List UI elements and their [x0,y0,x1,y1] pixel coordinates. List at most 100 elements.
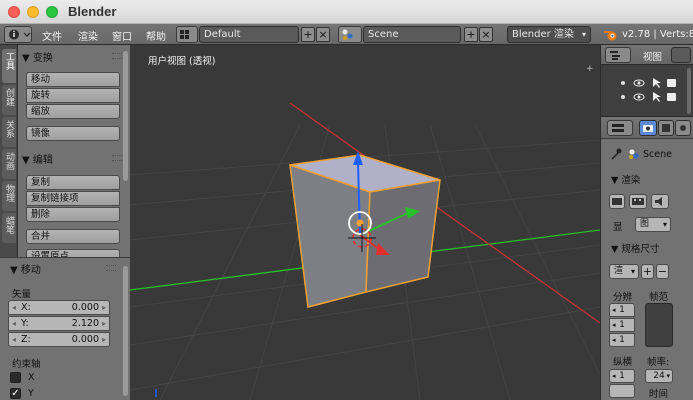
frame-rate-value: 24 [653,371,665,381]
tab-tools[interactable]: 工具 [2,49,16,83]
decrement-arrow-icon[interactable]: ◂ [612,319,616,331]
chevron-down-icon: ▾ [630,267,635,276]
display-label: 显 [613,222,623,233]
menu-file[interactable]: 文件 [42,28,62,43]
decrement-arrow-icon[interactable]: ◂ [12,333,16,346]
move-button[interactable]: 移动 [26,72,120,87]
render-panel-header[interactable]: ▼ 渲染 [611,172,640,186]
scene-selector[interactable] [338,26,362,43]
decrement-arrow-icon[interactable]: ◂ [12,301,16,314]
add-scene-button[interactable]: + [464,27,478,42]
speaker-icon [655,197,662,206]
minimize-window-button[interactable] [27,6,39,18]
default-cube[interactable] [289,154,441,308]
plus-icon: + [642,265,653,278]
delete-scene-button[interactable]: × [479,27,493,42]
render-image-button[interactable] [609,194,625,209]
delete-screen-button[interactable]: × [316,27,330,42]
outliner-view-menu[interactable]: 视图 [643,49,662,63]
scene-icon [342,29,353,40]
vector-x-field[interactable]: ◂ X: 0.000 ▸ [8,300,110,315]
properties-editor-type-button[interactable] [607,120,633,136]
zoom-window-button[interactable] [46,6,58,18]
menu-window[interactable]: 窗口 [112,28,132,43]
screen-layout-field[interactable]: Default [199,26,299,43]
delete-button[interactable]: 删除 [26,207,120,222]
display-selector[interactable]: 图 ▾ [635,217,671,232]
3d-viewport[interactable]: 用户视图 (透视) + [130,45,600,400]
render-engine-selector[interactable]: Blender 渲染 ▾ [507,26,591,43]
screen-layout-selector[interactable] [176,26,198,43]
menu-help[interactable]: 帮助 [146,28,166,43]
mirror-button[interactable]: 镜像 [26,126,120,141]
operator-panel-scrollbar[interactable] [123,266,128,396]
panel-drag-grip[interactable] [112,53,122,59]
menu-render[interactable]: 渲染 [78,28,98,43]
duplicate-button[interactable]: 复制 [26,175,120,190]
panel-drag-grip[interactable] [112,155,122,161]
minus-icon: − [657,265,668,278]
vector-label: 矢量 [12,289,32,300]
scale-button[interactable]: 缩放 [26,104,120,119]
editor-type-button[interactable] [4,26,32,43]
info-icon [9,29,31,40]
close-window-button[interactable] [8,6,20,18]
decrement-arrow-icon[interactable]: ◂ [12,317,16,330]
add-preset-button[interactable]: + [641,264,654,279]
increment-arrow-icon[interactable]: ▸ [102,301,106,314]
vector-y-field[interactable]: ◂ Y: 2.120 ▸ [8,316,110,331]
constraint-x-label: X [28,372,35,383]
increment-arrow-icon[interactable]: ▸ [102,333,106,346]
chevron-down-icon: ▾ [662,220,667,229]
resolution-x-field[interactable]: ◂ 1 [609,303,635,317]
scene-name-field[interactable]: Scene [363,26,461,43]
add-screen-button[interactable]: + [301,27,315,42]
edit-panel-header[interactable]: ▼ 编辑 [22,151,53,166]
layout-grid-icon [180,30,189,39]
panel-drag-grip[interactable] [106,265,116,271]
scene-stats: v2.78 | Verts:8 | [622,29,693,40]
tab-grease-pencil[interactable]: 蜡笔 [2,213,16,243]
operator-panel-header[interactable]: ▼ 移动 [10,261,41,276]
constraint-y-checkbox[interactable]: ✓ [10,388,21,399]
tool-shelf-scrollbar[interactable] [123,51,128,181]
properties-header [601,117,693,139]
join-button[interactable]: 合并 [26,229,120,244]
pin-icon[interactable] [609,147,623,161]
outliner-editor-type-button[interactable] [605,47,631,63]
render-preset-selector[interactable]: 渲 ▾ [609,264,639,279]
aspect-label: 纵横 [613,357,633,368]
resolution-y-field[interactable]: ◂ 1 [609,318,635,332]
frame-range-fields[interactable] [645,303,673,347]
render-context-tab[interactable] [639,120,657,136]
tab-animation[interactable]: 动画 [2,149,16,179]
render-layers-tab[interactable] [658,120,674,136]
decrement-arrow-icon[interactable]: ◂ [612,304,616,316]
frame-rate-selector[interactable]: 24 ▾ [645,369,673,383]
aspect-x-field[interactable]: ◂ 1 [609,369,635,383]
dimensions-panel-header[interactable]: ▼ 规格尺寸 [611,241,659,255]
resolution-percentage-field[interactable]: ◂ 1 [609,333,635,347]
transform-panel-header[interactable]: ▼ 变换 [22,49,53,64]
set-origin-button[interactable]: 设置原点 [26,249,120,257]
rotate-button[interactable]: 旋转 [26,88,120,103]
resolution-x-value: 1 [619,305,625,315]
tab-physics[interactable]: 物理 [2,181,16,211]
tab-create[interactable]: 创建 [2,85,16,115]
close-icon: × [481,28,491,41]
aspect-y-field[interactable] [609,384,635,398]
vector-z-field[interactable]: ◂ Z: 0.000 ▸ [8,332,110,347]
render-animation-button[interactable] [629,194,647,209]
decrement-arrow-icon[interactable]: ◂ [612,334,616,346]
outliner-icon [610,51,620,60]
render-audio-button[interactable] [651,194,669,209]
decrement-arrow-icon[interactable]: ◂ [612,370,616,382]
constraint-x-checkbox[interactable] [10,372,21,383]
scene-tab[interactable] [675,120,691,136]
increment-arrow-icon[interactable]: ▸ [102,317,106,330]
duplicate-linked-button[interactable]: 复制链接项 [26,191,120,206]
region-toggle-plus-icon[interactable]: + [586,65,596,75]
outliner-display-mode[interactable] [671,47,691,63]
tab-relations[interactable]: 关系 [2,117,16,147]
remove-preset-button[interactable]: − [656,264,669,279]
